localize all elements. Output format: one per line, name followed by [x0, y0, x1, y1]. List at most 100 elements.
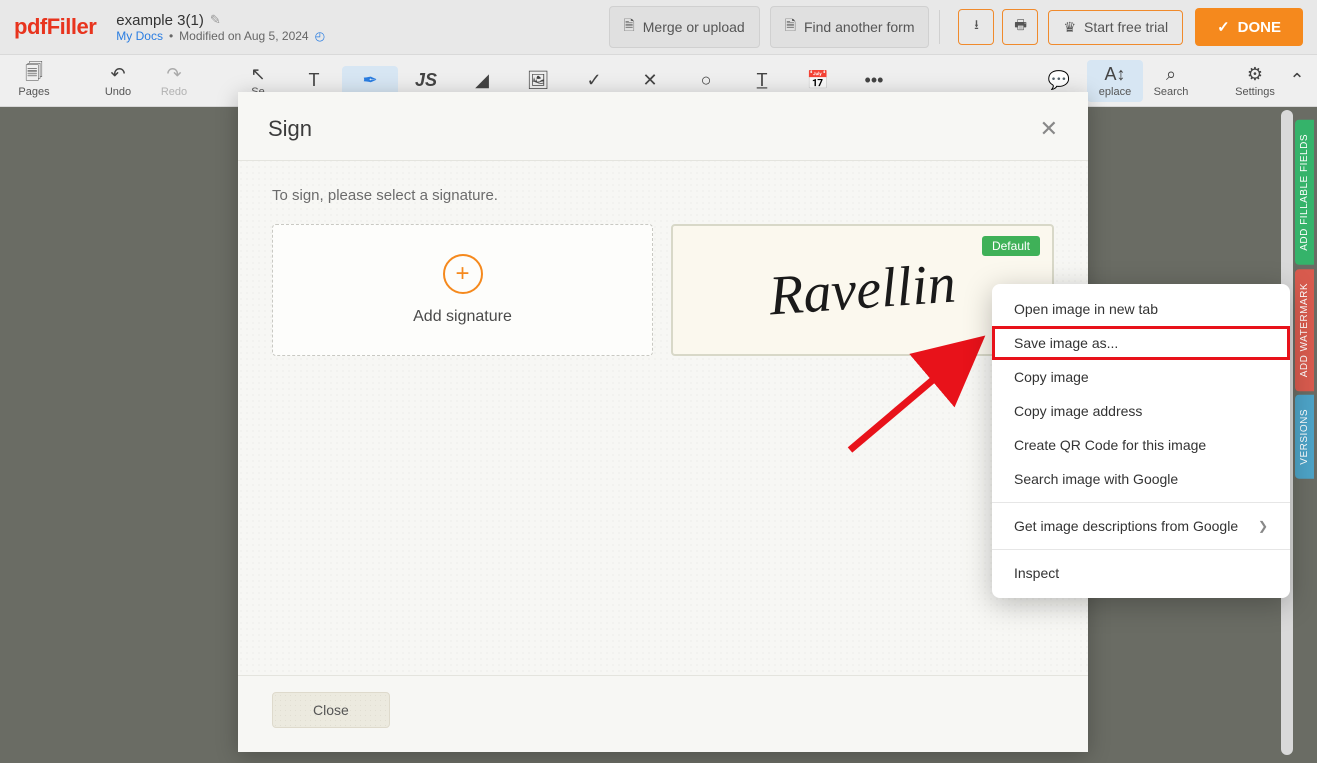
side-tabs: ADD FILLABLE FIELDS ADD WATERMARK VERSIO… — [1295, 120, 1317, 483]
tool-replace-label: eplace — [1099, 86, 1131, 98]
context-menu: Open image in new tab Save image as... C… — [992, 284, 1290, 598]
checkmark-icon: ✓ — [586, 70, 601, 92]
more-icon: ••• — [865, 70, 884, 92]
tool-pages[interactable]: 🗐 Pages — [6, 60, 62, 102]
modal-prompt: To sign, please select a signature. — [272, 187, 1054, 204]
redo-icon: ↷ — [166, 64, 181, 86]
ctx-open-new-tab[interactable]: Open image in new tab — [992, 292, 1290, 326]
add-signature-label: Add signature — [413, 308, 512, 326]
text-icon: T — [309, 70, 320, 92]
find-form-button[interactable]: 🗎 Find another form — [770, 6, 930, 48]
tool-search-label: Search — [1154, 86, 1189, 98]
tool-erase[interactable]: ◢ — [454, 66, 510, 96]
doc-title-row: example 3(1) ✎ — [116, 12, 325, 29]
tool-settings[interactable]: ⚙ Settings — [1227, 60, 1283, 102]
tool-search[interactable]: ⌕ Search — [1143, 60, 1199, 102]
clock-icon: ◴ — [315, 29, 325, 43]
ctx-qr-code[interactable]: Create QR Code for this image — [992, 428, 1290, 462]
default-badge: Default — [982, 236, 1040, 256]
circle-icon: ○ — [701, 70, 712, 92]
tool-cross[interactable]: ✕ — [622, 66, 678, 96]
print-button[interactable]: 🖶 — [1002, 9, 1038, 45]
ctx-descriptions[interactable]: Get image descriptions from Google ❯ — [992, 509, 1290, 543]
eraser-icon: ◢ — [475, 70, 489, 92]
download-icon: ⭳ — [974, 16, 979, 38]
add-signature-card[interactable]: + Add signature — [272, 224, 653, 356]
divider — [939, 10, 940, 44]
tool-settings-label: Settings — [1235, 86, 1275, 98]
print-icon: 🖶 — [1014, 16, 1027, 38]
start-trial-label: Start free trial — [1084, 19, 1168, 35]
ctx-copy-image[interactable]: Copy image — [992, 360, 1290, 394]
tool-pages-label: Pages — [18, 86, 49, 98]
modal-body: To sign, please select a signature. + Ad… — [238, 161, 1088, 382]
ctx-search-google[interactable]: Search image with Google — [992, 462, 1290, 496]
tool-image[interactable]: 🖼 — [510, 66, 566, 96]
ctx-inspect[interactable]: Inspect — [992, 556, 1290, 590]
search-icon: ⌕ — [1166, 64, 1176, 86]
sign-modal: Sign ✕ To sign, please select a signatur… — [238, 92, 1088, 752]
modal-close-button[interactable]: ✕ — [1040, 116, 1058, 142]
date-icon: 📅 — [807, 70, 829, 92]
tool-circle[interactable]: ○ — [678, 66, 734, 96]
my-docs-link[interactable]: My Docs — [116, 29, 163, 43]
pencil-icon[interactable]: ✎ — [210, 12, 221, 28]
ctx-open-label: Open image in new tab — [1014, 301, 1158, 317]
top-bar: pdfFiller example 3(1) ✎ My Docs • Modif… — [0, 0, 1317, 55]
chevron-right-icon: ❯ — [1258, 519, 1268, 533]
check-icon: ✓ — [1217, 18, 1230, 36]
done-label: DONE — [1238, 19, 1281, 36]
close-button[interactable]: Close — [272, 692, 390, 728]
tool-replace[interactable]: A↕ eplace — [1087, 60, 1143, 102]
ctx-save-label: Save image as... — [1014, 335, 1118, 351]
dot-separator: • — [169, 29, 173, 43]
tool-initials[interactable]: JS — [398, 66, 454, 96]
tool-undo[interactable]: ↶ Undo — [90, 60, 146, 102]
tool-undo-label: Undo — [105, 86, 131, 98]
gear-icon: ⚙ — [1247, 64, 1263, 86]
tool-check[interactable]: ✓ — [566, 66, 622, 96]
tool-textbox[interactable]: T̲ — [734, 66, 790, 96]
ctx-search-label: Search image with Google — [1014, 471, 1178, 487]
done-button[interactable]: ✓ DONE — [1195, 8, 1303, 46]
merge-upload-button[interactable]: 🗎 Merge or upload — [609, 6, 760, 48]
ctx-desc-label: Get image descriptions from Google — [1014, 518, 1238, 534]
cursor-icon: ↖ — [250, 64, 265, 86]
tool-date[interactable]: 📅 — [790, 66, 846, 96]
textbox-icon: T̲ — [757, 70, 768, 92]
merge-upload-label: Merge or upload — [643, 19, 745, 35]
tool-redo-label: Redo — [161, 86, 187, 98]
image-icon: 🖼 — [527, 70, 550, 92]
side-tab-versions[interactable]: VERSIONS — [1295, 395, 1314, 479]
tool-sign[interactable]: ✒ — [342, 66, 398, 96]
tool-redo[interactable]: ↷ Redo — [146, 60, 202, 102]
find-form-label: Find another form — [804, 19, 915, 35]
ctx-inspect-label: Inspect — [1014, 565, 1059, 581]
tool-more[interactable]: ••• — [846, 66, 902, 96]
signature-row: + Add signature Default Ravellin ✎ — [272, 224, 1054, 356]
modal-footer: Close — [238, 675, 1088, 752]
download-button[interactable]: ⭳ — [958, 9, 994, 45]
document-icon: 🗎 — [624, 15, 635, 39]
replace-icon: A↕ — [1104, 64, 1125, 86]
tool-text[interactable]: T — [286, 66, 342, 96]
undo-icon: ↶ — [110, 64, 125, 86]
ctx-save-image-as[interactable]: Save image as... — [992, 326, 1290, 360]
doc-meta: example 3(1) ✎ My Docs • Modified on Aug… — [116, 12, 325, 43]
close-icon: ✕ — [1040, 116, 1058, 141]
side-tab-fields[interactable]: ADD FILLABLE FIELDS — [1295, 120, 1314, 265]
plus-circle-icon: + — [443, 254, 483, 294]
modified-text: Modified on Aug 5, 2024 — [179, 29, 308, 43]
side-tab-watermark[interactable]: ADD WATERMARK — [1295, 269, 1314, 391]
ctx-copy-label: Copy image — [1014, 369, 1089, 385]
modal-title: Sign — [268, 116, 312, 142]
ctx-separator — [992, 502, 1290, 503]
initials-icon: JS — [415, 70, 437, 92]
start-trial-button[interactable]: ♛ Start free trial — [1048, 10, 1183, 45]
app-logo: pdfFiller — [14, 14, 96, 40]
crown-icon: ♛ — [1063, 19, 1076, 36]
ctx-copy-address[interactable]: Copy image address — [992, 394, 1290, 428]
tool-comment[interactable]: 💬 — [1031, 66, 1087, 96]
tool-collapse[interactable]: ⌃ — [1283, 66, 1311, 96]
signature-image: Ravellin — [767, 252, 958, 329]
